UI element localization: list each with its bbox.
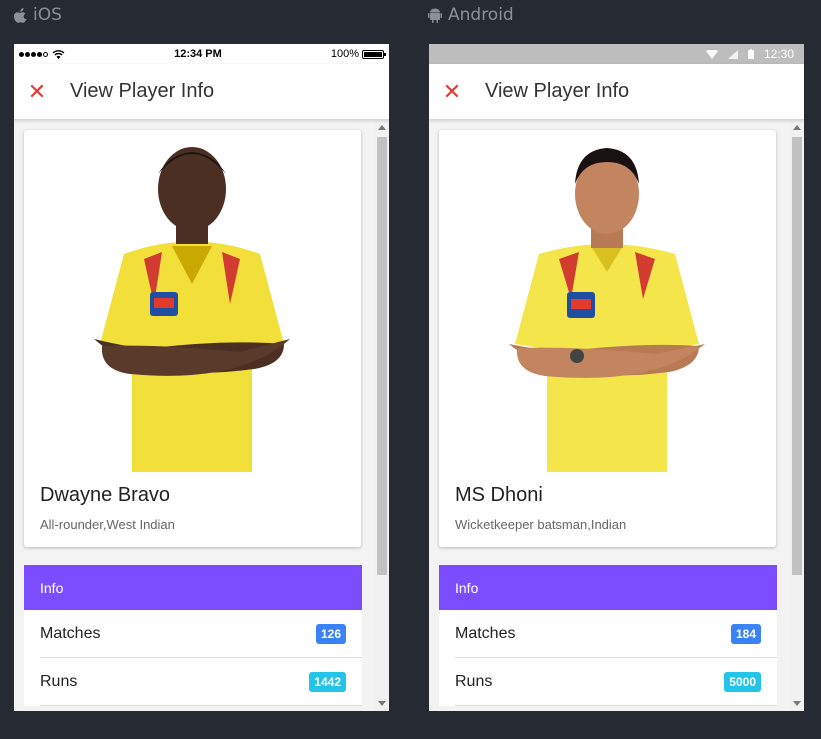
list-item-matches[interactable]: Matches 184 — [455, 610, 777, 658]
close-icon[interactable]: ✕ — [429, 80, 475, 103]
player-photo — [509, 148, 705, 472]
signal-icon — [727, 49, 738, 59]
stats-list: Matches 184 Runs 5000 — [439, 610, 777, 706]
info-header: Info — [439, 565, 777, 610]
scroll-up-icon[interactable] — [793, 125, 801, 130]
status-time: 12:30 — [763, 47, 794, 61]
scrollbar[interactable] — [375, 120, 389, 711]
battery-percent: 100% — [330, 48, 359, 60]
stat-badge: 184 — [730, 623, 761, 644]
ios-platform-label: iOS — [14, 5, 62, 25]
stats-list: Matches 126 Runs 1442 — [24, 610, 362, 706]
ios-status-bar: 12:34 PM 100% — [14, 44, 389, 64]
ios-label-text: iOS — [33, 5, 62, 25]
close-icon[interactable]: ✕ — [14, 80, 60, 103]
stat-label: Runs — [455, 672, 493, 690]
android-icon — [428, 8, 442, 23]
list-item-matches[interactable]: Matches 126 — [40, 610, 362, 658]
player-name: Dwayne Bravo — [40, 484, 171, 506]
player-role: Wicketkeeper batsman,Indian — [455, 517, 627, 532]
ios-device: 12:34 PM 100% ✕ View Player Info Dwayne … — [14, 44, 389, 711]
scroll-thumb[interactable] — [377, 137, 387, 575]
android-status-bar: 12:30 — [429, 44, 804, 64]
page-title: View Player Info — [485, 80, 630, 102]
battery-icon — [747, 49, 754, 59]
stat-label: Matches — [40, 624, 101, 642]
app-bar: ✕ View Player Info — [429, 64, 804, 120]
stat-badge: 5000 — [724, 671, 761, 692]
player-photo — [94, 147, 290, 472]
android-platform-label: Android — [428, 5, 514, 25]
android-device: 12:30 ✕ View Player Info MS Dhoni Wicket… — [429, 44, 804, 711]
list-item-runs[interactable]: Runs 1442 — [40, 658, 362, 706]
scroll-content[interactable]: MS Dhoni Wicketkeeper batsman,Indian Inf… — [429, 120, 804, 711]
battery-icon — [362, 49, 386, 59]
info-header: Info — [24, 565, 362, 610]
scroll-content[interactable]: Dwayne Bravo All-rounder,West Indian Inf… — [14, 120, 389, 711]
scroll-thumb[interactable] — [792, 137, 802, 575]
stat-label: Runs — [40, 672, 78, 690]
app-bar: ✕ View Player Info — [14, 64, 389, 120]
page-title: View Player Info — [70, 80, 215, 102]
scrollbar[interactable] — [790, 120, 804, 711]
player-role: All-rounder,West Indian — [40, 517, 175, 532]
stat-label: Matches — [455, 624, 516, 642]
apple-icon — [14, 7, 27, 23]
scroll-down-icon[interactable] — [793, 701, 801, 706]
signal-dots-icon — [19, 51, 48, 57]
stat-badge: 1442 — [309, 671, 346, 692]
wifi-icon — [52, 49, 65, 59]
status-time: 12:34 PM — [174, 48, 222, 60]
player-card: Dwayne Bravo All-rounder,West Indian — [24, 130, 361, 547]
stat-badge: 126 — [315, 623, 346, 644]
player-card: MS Dhoni Wicketkeeper batsman,Indian — [439, 130, 776, 547]
wifi-icon — [705, 49, 718, 59]
list-item-runs[interactable]: Runs 5000 — [455, 658, 777, 706]
scroll-down-icon[interactable] — [378, 701, 386, 706]
android-label-text: Android — [448, 5, 514, 25]
scroll-up-icon[interactable] — [378, 125, 386, 130]
player-name: MS Dhoni — [455, 484, 543, 506]
